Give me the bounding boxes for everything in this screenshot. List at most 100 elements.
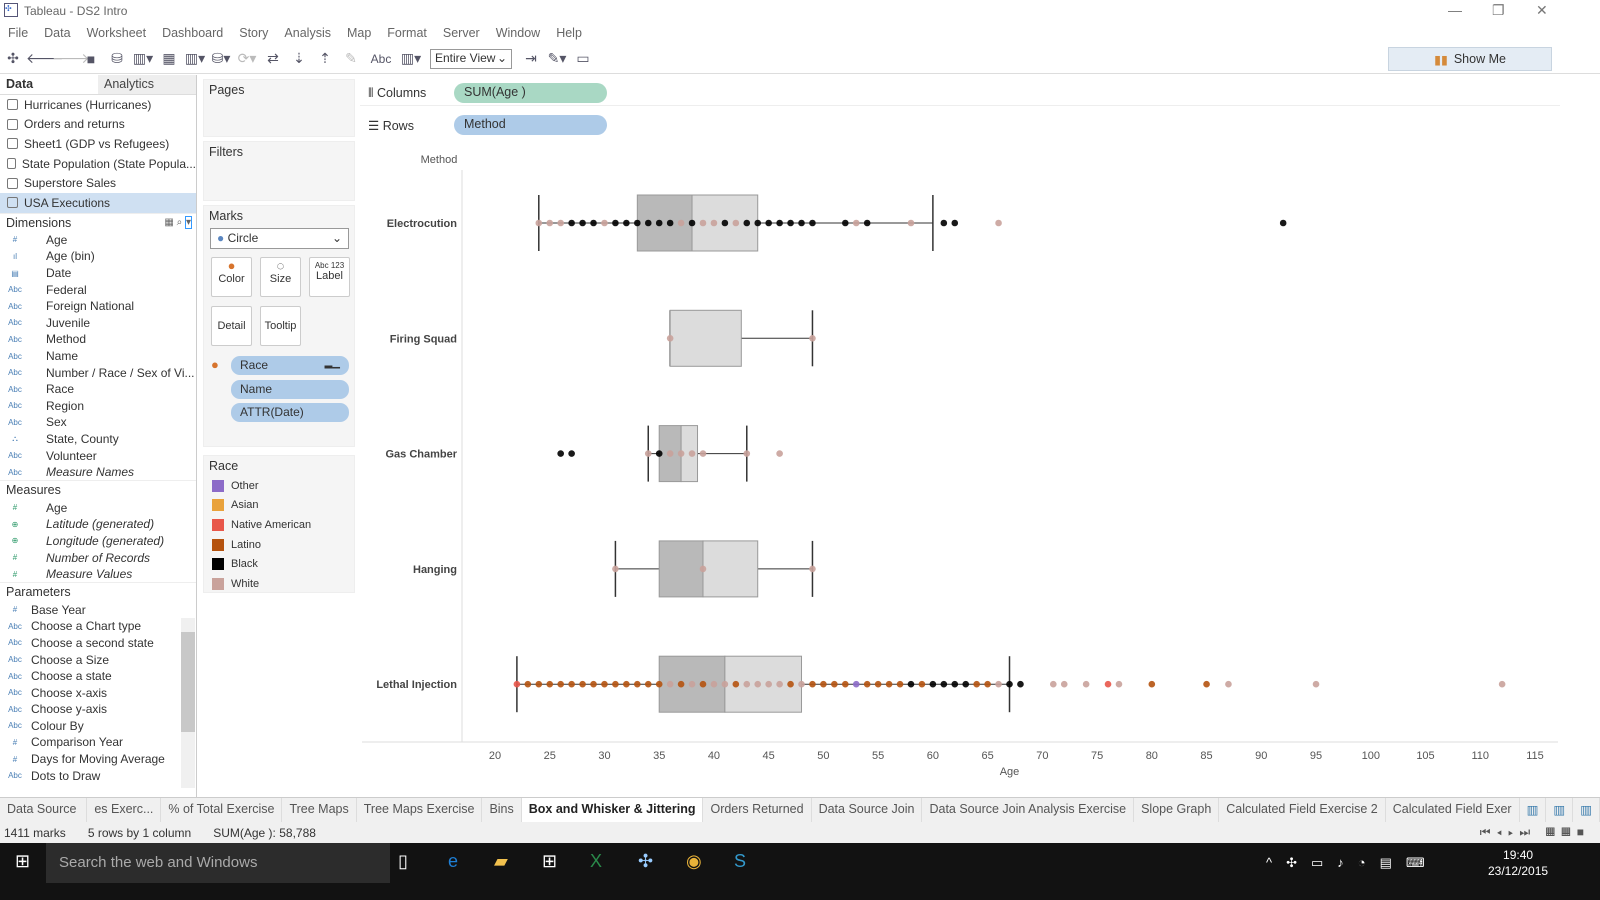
- legend-item[interactable]: Native American: [204, 515, 354, 535]
- datasource-item[interactable]: USA Executions: [0, 192, 196, 213]
- file-explorer-icon[interactable]: ▰: [494, 851, 508, 872]
- excel-icon[interactable]: X: [590, 851, 602, 872]
- field-item[interactable]: Abc Method: [0, 331, 196, 348]
- pin-icon[interactable]: ⇥: [518, 50, 544, 67]
- field-item[interactable]: # Comparison Year: [0, 734, 180, 751]
- taskbar-search[interactable]: Search the web and Windows: [46, 843, 390, 883]
- field-item[interactable]: Abc Foreign National: [0, 298, 196, 315]
- sheet-tab[interactable]: Slope Graph: [1134, 798, 1220, 822]
- annotate-icon[interactable]: ✎▾: [544, 50, 570, 67]
- snagit-icon[interactable]: S: [734, 851, 746, 872]
- sheet-tab[interactable]: Bins: [482, 798, 522, 822]
- name-pill[interactable]: Name: [231, 380, 349, 399]
- sheet-tab[interactable]: Data Source: [0, 798, 88, 822]
- field-item[interactable]: # Measure Values: [0, 566, 196, 583]
- sheet-tab[interactable]: Data Source Join: [812, 798, 923, 822]
- field-item[interactable]: Abc Juvenile: [0, 315, 196, 332]
- chrome-icon[interactable]: ◉: [686, 851, 702, 872]
- sheet-tab[interactable]: Calculated Field Exercise 2: [1219, 798, 1386, 822]
- refresh-icon[interactable]: ⟳▾: [234, 50, 260, 67]
- field-item[interactable]: ⊕ Longitude (generated): [0, 533, 196, 550]
- field-item[interactable]: # Days for Moving Average: [0, 751, 180, 768]
- fit-view-select[interactable]: Entire View ⌄: [430, 48, 512, 69]
- menu-worksheet[interactable]: Worksheet: [79, 26, 155, 40]
- method-pill[interactable]: Method: [454, 115, 607, 135]
- menu-dashboard[interactable]: Dashboard: [154, 26, 231, 40]
- windows-start-icon[interactable]: ⊞: [15, 851, 30, 872]
- legend-item[interactable]: White: [204, 574, 354, 594]
- tableau-taskbar-icon[interactable]: ✣: [638, 851, 653, 872]
- field-item[interactable]: Abc Choose a Chart type: [0, 618, 180, 635]
- field-item[interactable]: Abc Dots to Draw: [0, 767, 180, 784]
- field-item[interactable]: Abc Race: [0, 381, 196, 398]
- sheet-tab[interactable]: Orders Returned: [703, 798, 812, 822]
- field-item[interactable]: # Number of Records: [0, 549, 196, 566]
- sheet-tab[interactable]: es Exerc...: [87, 798, 162, 822]
- sheet-navigation-icons[interactable]: ⏮◂▸⏭ ▦▦■: [1480, 825, 1590, 840]
- store-icon[interactable]: ⊞: [542, 851, 557, 872]
- datasource-item[interactable]: Superstore Sales: [0, 173, 196, 193]
- new-worksheet-icon[interactable]: ▥: [1520, 798, 1547, 822]
- columns-shelf[interactable]: ⦀ Columns SUM(Age ): [360, 80, 1560, 106]
- menu-file[interactable]: File: [0, 26, 36, 40]
- menu-server[interactable]: Server: [435, 26, 488, 40]
- new-worksheet-icon[interactable]: ▥▾: [130, 50, 156, 67]
- sum-age-pill[interactable]: SUM(Age ): [454, 83, 607, 103]
- pages-card[interactable]: Pages: [203, 79, 355, 137]
- color-button[interactable]: ● Color: [211, 257, 252, 297]
- datasource-item[interactable]: Sheet1 (GDP vs Refugees): [0, 134, 196, 154]
- sort-descending-icon[interactable]: ⇡: [312, 50, 338, 67]
- field-item[interactable]: ⛬ State, County: [0, 431, 196, 448]
- sheet-tab[interactable]: Box and Whisker & Jittering: [521, 798, 704, 822]
- field-item[interactable]: Abc Name: [0, 348, 196, 365]
- field-item[interactable]: Abc Choose a second state: [0, 635, 180, 652]
- menu-format[interactable]: Format: [379, 26, 435, 40]
- sheet-tab[interactable]: Tree Maps Exercise: [357, 798, 483, 822]
- close-button[interactable]: ✕: [1536, 2, 1548, 19]
- show-me-button[interactable]: ▮▮ Show Me: [1388, 47, 1552, 71]
- tab-data[interactable]: Data: [0, 75, 98, 94]
- field-item[interactable]: ıl Age (bin): [0, 248, 196, 265]
- sheet-tab[interactable]: % of Total Exercise: [161, 798, 283, 822]
- rows-shelf[interactable]: ☰ Rows Method: [360, 112, 1560, 138]
- fix-axes-icon[interactable]: ▥▾: [398, 50, 424, 67]
- field-item[interactable]: Abc Number / Race / Sex of Vi...: [0, 364, 196, 381]
- sheet-tab[interactable]: Calculated Field Exer: [1386, 798, 1520, 822]
- legend-item[interactable]: Latino: [204, 535, 354, 555]
- datasource-item[interactable]: Orders and returns: [0, 115, 196, 135]
- menu-map[interactable]: Map: [339, 26, 379, 40]
- size-button[interactable]: ◌ Size: [260, 257, 301, 297]
- race-pill[interactable]: Race ▂▁: [231, 356, 349, 375]
- legend-item[interactable]: Asian: [204, 496, 354, 516]
- clock[interactable]: 19:40 23/12/2015: [1488, 847, 1548, 879]
- datasource-item[interactable]: Hurricanes (Hurricanes): [0, 95, 196, 115]
- save-icon[interactable]: ■: [78, 51, 104, 67]
- field-item[interactable]: Abc Choose y-axis: [0, 701, 180, 718]
- filters-card[interactable]: Filters: [203, 141, 355, 201]
- clear-sheet-icon[interactable]: ▥▾: [182, 50, 208, 67]
- new-datasource-icon[interactable]: ⛁: [104, 50, 130, 67]
- field-item[interactable]: Abc Volunteer: [0, 447, 196, 464]
- legend-item[interactable]: Black: [204, 554, 354, 574]
- menu-data[interactable]: Data: [36, 26, 78, 40]
- menu-story[interactable]: Story: [231, 26, 276, 40]
- tooltip-button[interactable]: Tooltip: [260, 306, 301, 346]
- sheet-tab[interactable]: Tree Maps: [282, 798, 357, 822]
- field-item[interactable]: # Age: [0, 232, 196, 249]
- field-item[interactable]: Abc Sex: [0, 414, 196, 431]
- field-item[interactable]: # Age: [0, 499, 196, 516]
- new-dashboard-icon[interactable]: ▥: [1546, 798, 1574, 822]
- presentation-icon[interactable]: ▭: [570, 50, 596, 67]
- field-item[interactable]: Abc Choose a state: [0, 668, 180, 685]
- parameters-scrollbar[interactable]: [181, 618, 195, 788]
- legend-item[interactable]: Other: [204, 476, 354, 496]
- detail-button[interactable]: Detail: [211, 306, 252, 346]
- attr-date-pill[interactable]: ATTR(Date): [231, 403, 349, 422]
- task-view-icon[interactable]: ▯: [398, 851, 408, 872]
- field-item[interactable]: Abc Region: [0, 398, 196, 415]
- field-item[interactable]: Abc Measure Names: [0, 464, 196, 481]
- mark-type-select[interactable]: ● Circle ⌄: [210, 228, 349, 249]
- menu-analysis[interactable]: Analysis: [276, 26, 339, 40]
- field-item[interactable]: ⊕ Latitude (generated): [0, 516, 196, 533]
- sort-ascending-icon[interactable]: ⇣: [286, 50, 312, 67]
